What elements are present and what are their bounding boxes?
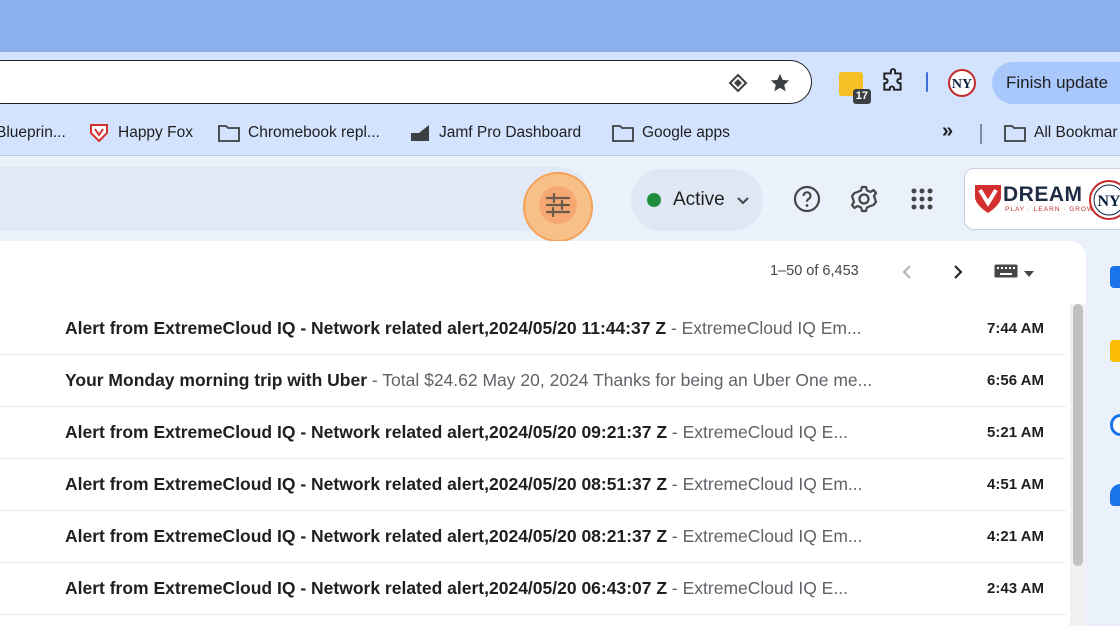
address-bar[interactable] [0,60,812,104]
bookmark-label: All Bookmar [1034,124,1118,141]
folder-icon [1004,124,1026,142]
bookmark-jamf-pro[interactable]: Jamf Pro Dashboard [409,124,581,142]
bookmarks-bar: Blueprin... Happy Fox Chromebook repl...… [0,112,1120,156]
mail-search-bar[interactable] [0,167,590,231]
account-avatar: NY [1089,180,1120,220]
email-list: Alert from ExtremeCloud IQ - Network rel… [0,303,1066,615]
email-subject: Alert from ExtremeCloud IQ - Network rel… [65,422,668,442]
search-options-button[interactable] [523,172,593,242]
email-row[interactable]: Your Monday morning trip with Uber - Tot… [0,355,1066,407]
email-time: 4:21 AM [987,528,1044,545]
keep-app-icon[interactable] [1110,340,1120,362]
happyfox-shield-icon [88,124,110,143]
email-time: 5:21 AM [987,424,1044,441]
chevron-down-icon [737,189,749,211]
brand-name: DREAM [1003,183,1083,206]
contacts-app-icon[interactable] [1110,484,1120,506]
settings-gear-icon[interactable] [848,183,880,215]
google-apps-grid-icon[interactable] [906,183,938,215]
bookmark-google-apps-folder[interactable]: Google apps [612,124,730,142]
toolbar-divider [926,72,928,92]
status-dropdown[interactable]: Active [631,169,763,231]
email-row[interactable]: Alert from ExtremeCloud IQ - Network rel… [0,407,1066,459]
bookmark-happy-fox[interactable]: Happy Fox [88,124,193,143]
email-subject-line: Your Monday morning trip with Uber - Tot… [65,370,925,391]
dream-shield-logo [973,183,1003,220]
bookmarks-divider [980,124,982,144]
scrollbar-thumb[interactable] [1073,304,1083,566]
extensions-puzzle-icon[interactable] [878,66,908,96]
email-time: 7:44 AM [987,320,1044,337]
email-subject-line: Alert from ExtremeCloud IQ - Network rel… [65,578,925,599]
email-subject: Alert from ExtremeCloud IQ - Network rel… [65,526,668,546]
folder-icon [218,124,240,142]
email-subject-line: Alert from ExtremeCloud IQ - Network rel… [65,474,925,495]
tune-sliders-icon [539,186,577,224]
brand-tagline: PLAY · LEARN · GROW [1005,206,1095,213]
bookmark-chromebook-folder[interactable]: Chromebook repl... [218,124,380,142]
browser-title-bar [0,0,1120,52]
email-subject: Alert from ExtremeCloud IQ - Network rel… [65,474,668,494]
email-subject: Alert from ExtremeCloud IQ - Network rel… [65,318,667,338]
input-tools-button[interactable] [994,264,1042,283]
calendar-extension-icon[interactable]: 17 [839,72,871,104]
help-icon[interactable] [791,183,823,215]
email-row[interactable]: Alert from ExtremeCloud IQ - Network rel… [0,303,1066,355]
bookmark-label: Jamf Pro Dashboard [439,124,582,141]
bookmark-label: Google apps [642,124,730,141]
bookmark-star-icon[interactable] [768,71,792,95]
pagination-count: 1–50 of 6,453 [770,263,859,279]
page-info-icon[interactable] [726,71,750,95]
bookmarks-overflow-button[interactable]: » [942,120,953,143]
email-row[interactable]: Alert from ExtremeCloud IQ - Network rel… [0,459,1066,511]
status-label: Active [673,189,725,210]
finish-update-button[interactable]: Finish update [992,62,1120,104]
email-preview: - ExtremeCloud IQ Em... [667,526,863,546]
email-row[interactable]: Alert from ExtremeCloud IQ - Network rel… [0,511,1066,563]
email-row[interactable]: Alert from ExtremeCloud IQ - Network rel… [0,563,1066,615]
bookmark-blueprint[interactable]: Blueprin... [0,124,66,142]
bookmark-label: Blueprin... [0,124,66,141]
extension-badge-count: 17 [852,89,871,104]
email-subject-line: Alert from ExtremeCloud IQ - Network rel… [65,318,925,339]
email-subject-line: Alert from ExtremeCloud IQ - Network rel… [65,422,925,443]
email-subject: Alert from ExtremeCloud IQ - Network rel… [65,578,668,598]
email-time: 4:51 AM [987,476,1044,493]
bookmark-all-bookmarks-folder[interactable]: All Bookmar [1004,124,1118,142]
caret-down-icon [1024,264,1034,282]
email-preview: - Total $24.62 May 20, 2024 Thanks for b… [367,370,873,390]
keyboard-icon [994,264,1018,283]
email-time: 2:43 AM [987,580,1044,597]
email-subject: Your Monday morning trip with Uber [65,370,368,390]
jamf-icon [409,124,431,142]
svg-text:NY: NY [1097,193,1120,210]
status-dot [647,193,661,207]
bookmark-label: Happy Fox [118,124,193,141]
email-subject-line: Alert from ExtremeCloud IQ - Network rel… [65,526,925,547]
chevron-right-icon[interactable] [948,262,968,282]
email-preview: - ExtremeCloud IQ E... [667,422,848,442]
svg-text:NY: NY [952,77,972,92]
account-brand-card[interactable]: DREAM PLAY · LEARN · GROW NY [964,168,1120,230]
calendar-app-icon[interactable] [1110,266,1120,288]
chevron-left-icon[interactable] [897,262,917,282]
bookmark-label: Chromebook repl... [248,124,380,141]
email-preview: - ExtremeCloud IQ Em... [666,318,862,338]
folder-icon [612,124,634,142]
email-preview: - ExtremeCloud IQ Em... [667,474,863,494]
profile-avatar[interactable]: NY [948,69,976,97]
email-preview: - ExtremeCloud IQ E... [667,578,848,598]
email-time: 6:56 AM [987,372,1044,389]
